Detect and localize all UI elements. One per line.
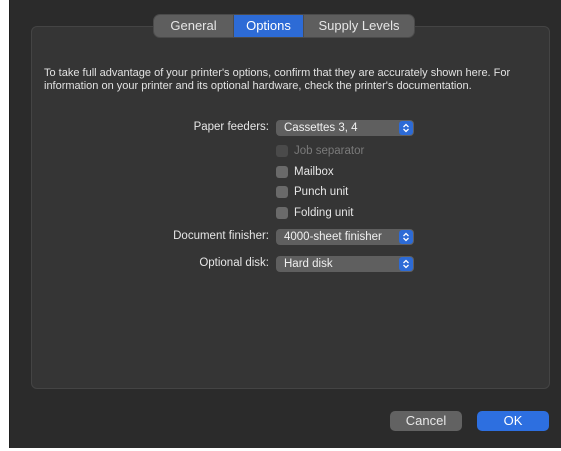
checkbox-box <box>276 145 288 157</box>
optional-disk-value: Hard disk <box>284 258 333 270</box>
job-separator-label: Job separator <box>294 145 365 157</box>
tab-supply-levels[interactable]: Supply Levels <box>304 15 414 37</box>
tab-general[interactable]: General <box>154 15 234 37</box>
tab-options[interactable]: Options <box>234 15 304 37</box>
folding-unit-checkbox[interactable]: Folding unit <box>276 206 353 220</box>
chevron-updown-icon <box>399 230 413 244</box>
paper-feeders-value: Cassettes 3, 4 <box>284 122 358 134</box>
job-separator-checkbox[interactable]: Job separator <box>276 144 364 158</box>
paper-feeders-popup[interactable]: Cassettes 3, 4 <box>276 120 414 136</box>
document-finisher-value: 4000-sheet finisher <box>284 231 382 243</box>
mailbox-checkbox[interactable]: Mailbox <box>276 165 334 179</box>
tab-bar: General Options Supply Levels <box>154 15 414 37</box>
document-finisher-popup[interactable]: 4000-sheet finisher <box>276 229 414 245</box>
intro-text: To take full advantage of your printer's… <box>44 67 511 92</box>
chevron-updown-icon <box>399 121 413 135</box>
checkbox-box <box>276 166 288 178</box>
optional-disk-popup[interactable]: Hard disk <box>276 256 414 272</box>
checkbox-box <box>276 207 288 219</box>
ok-button[interactable]: OK <box>477 411 549 431</box>
mailbox-label: Mailbox <box>294 166 334 178</box>
folding-unit-label: Folding unit <box>294 207 354 219</box>
cancel-button[interactable]: Cancel <box>390 411 462 431</box>
chevron-updown-icon <box>399 257 413 271</box>
paper-feeders-label: Paper feeders: <box>193 121 269 133</box>
document-finisher-label: Document finisher: <box>173 230 269 242</box>
checkbox-box <box>276 186 288 198</box>
punch-unit-label: Punch unit <box>294 186 349 198</box>
optional-disk-label: Optional disk: <box>199 257 269 269</box>
punch-unit-checkbox[interactable]: Punch unit <box>276 185 348 199</box>
